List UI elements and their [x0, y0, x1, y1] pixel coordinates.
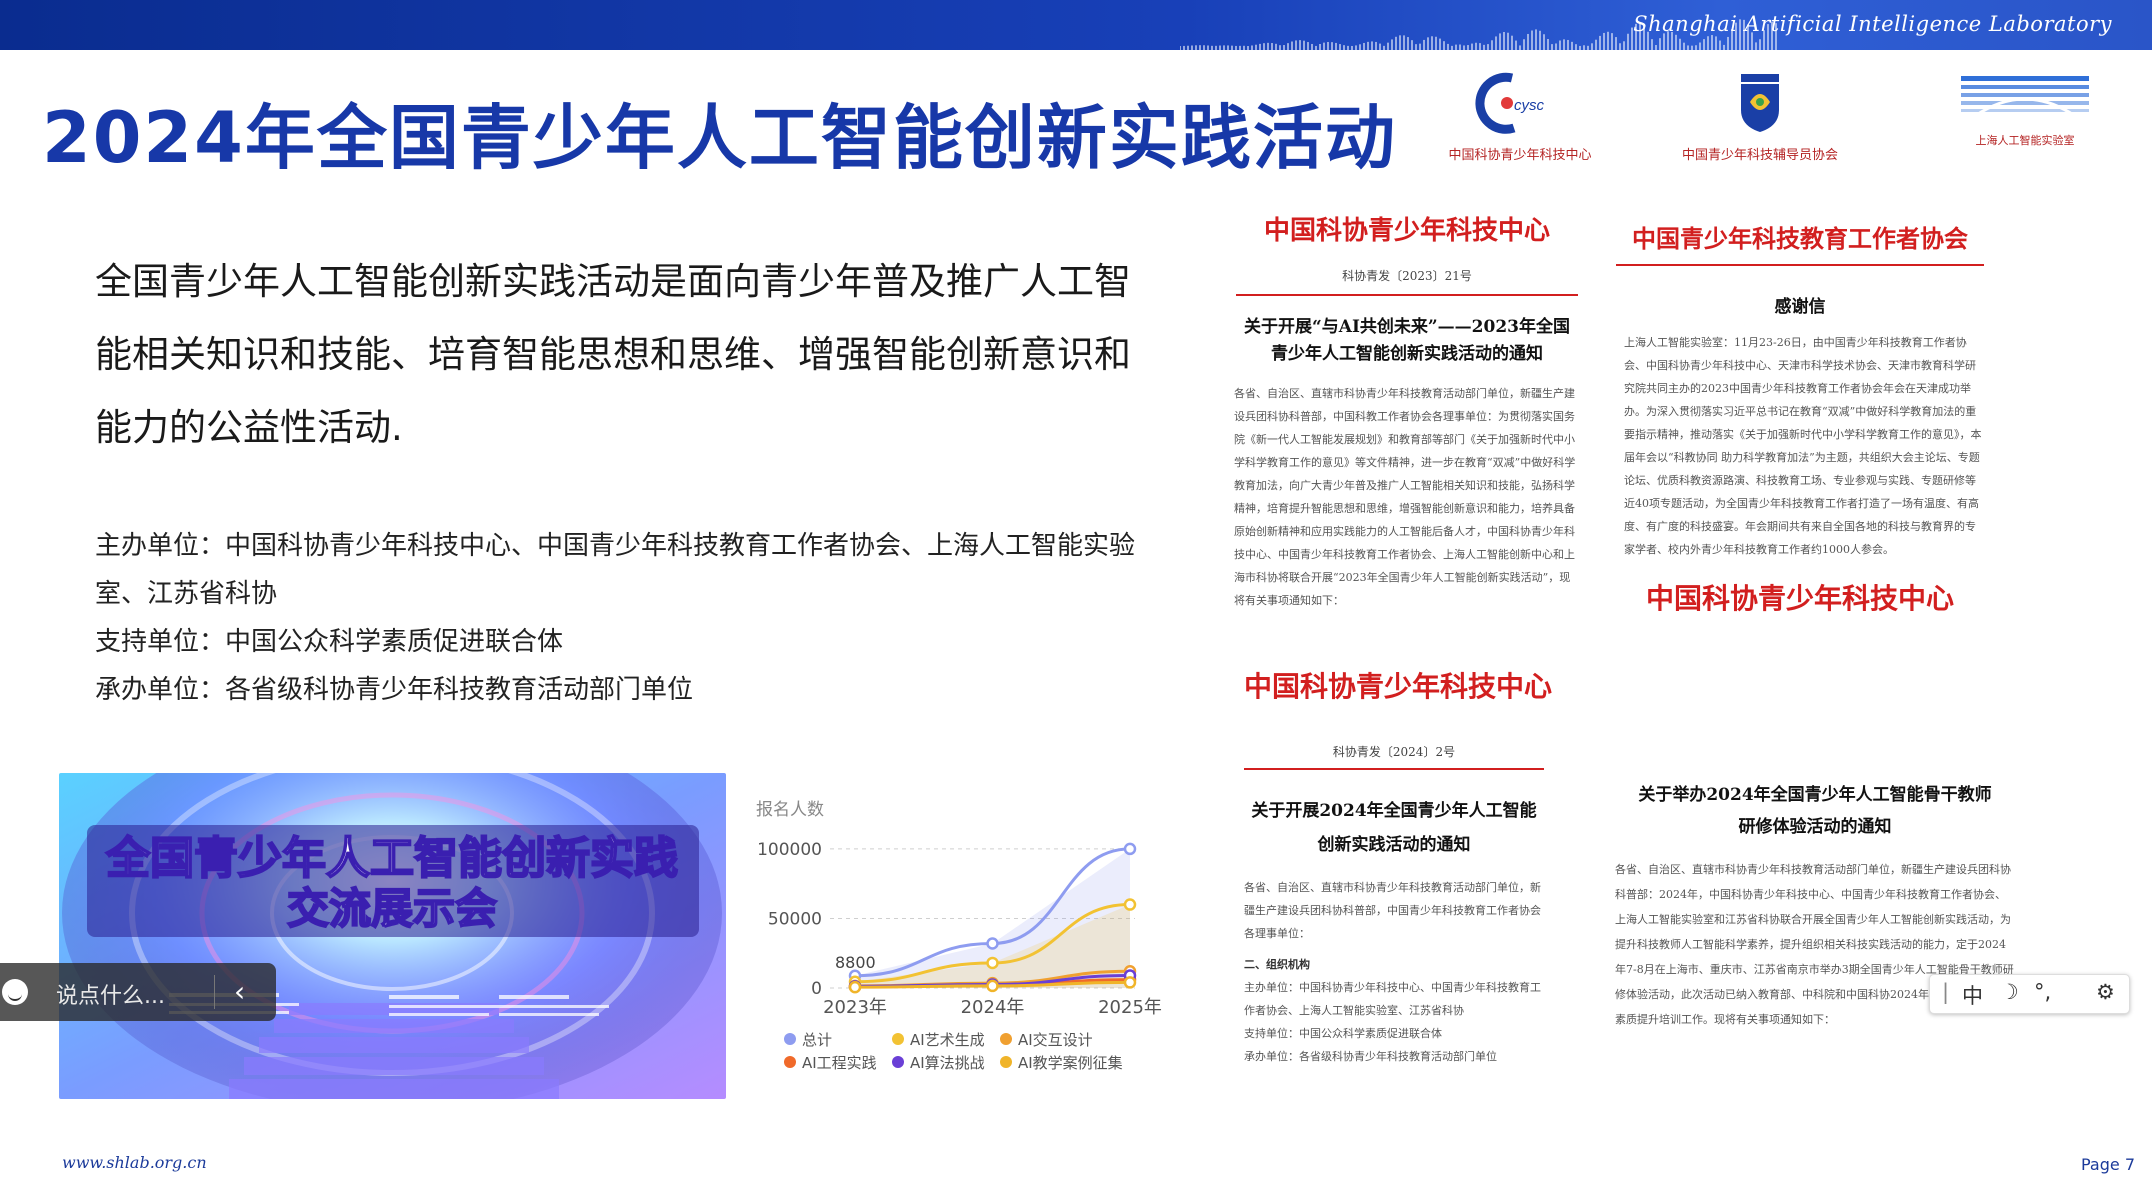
unit-organizer: 主办单位：中国科协青少年科技中心、中国青少年科技教育工作者协会、上海人工智能实验…	[95, 531, 1136, 609]
legend-label: AI交互设计	[1018, 1031, 1093, 1049]
doc-body: 上海人工智能实验室：11月23-26日，由中国青少年科技教育工作者协会、中国科协…	[1624, 336, 1982, 556]
y-tick-label: 100000	[757, 840, 822, 860]
chat-input-bar[interactable]: 说点什么... ‹	[0, 963, 276, 1021]
document-notice-2024: 中国科协青少年科技中心 科协青发〔2024〕2号 关于开展2024年全国青少年人…	[1244, 665, 1553, 1125]
shield-logo-icon	[1741, 74, 1779, 132]
legend-marker	[892, 1033, 904, 1045]
doc-body: 各省、自治区、直辖市科协青少年科技教育活动部门单位，新疆生产建设兵团科协科普部，…	[1244, 881, 1541, 940]
data-label: 8800	[835, 953, 876, 972]
ime-toolbar[interactable]: | 中 ☽ °, ⚙	[1929, 974, 2130, 1014]
doc-body: 各省、自治区、直辖市科协青少年科技教育活动部门单位，新疆生产建设兵团科协科普部，…	[1234, 387, 1576, 607]
legend-marker	[892, 1056, 904, 1068]
doc-heading: 感谢信	[1774, 297, 1826, 317]
doc-rule	[1244, 768, 1544, 770]
x-tick-label: 2025年	[1098, 997, 1162, 1018]
doc-org: 中国青少年科技教育工作者协会	[1632, 224, 1968, 253]
logo-caption: 中国青少年科技辅导员协会	[1681, 148, 1838, 163]
unit-executor: 承办单位：各省级科协青少年科技教育活动部门单位	[95, 675, 694, 705]
chat-placeholder[interactable]: 说点什么...	[56, 978, 165, 1010]
chevron-left-icon[interactable]: ‹	[234, 975, 245, 1008]
banner-title-line2: 交流展示会	[287, 884, 497, 933]
doc-section: 二、组织机构	[1244, 958, 1310, 971]
page-title: 2024年全国青少年人工智能创新实践活动	[42, 97, 1397, 179]
doc-rule	[1616, 264, 1984, 266]
logo-shlab: 上海人工智能实验室	[1950, 72, 2100, 148]
page-number: Page 7	[2081, 1155, 2135, 1174]
data-point	[986, 937, 999, 950]
y-tick-label: 50000	[768, 909, 822, 929]
shlab-logo-icon	[1961, 76, 2089, 118]
doc-heading: 关于开展“与AI共创未来”——2023年全国青少年人工智能创新实践活动的通知	[1243, 317, 1570, 364]
banner-title-line1: 全国青少年人工智能创新实践	[105, 833, 678, 884]
doc-number: 科协青发〔2023〕21号	[1342, 269, 1472, 283]
doc-number: 科协青发〔2024〕2号	[1332, 745, 1456, 759]
legend-marker	[1000, 1033, 1012, 1045]
x-tick-label: 2024年	[961, 997, 1025, 1018]
registration-chart: 报名人数 0 50000 100000 2023年 2024年 2025年 8800 总计 AI艺…	[750, 795, 1180, 1095]
gear-icon[interactable]: ⚙	[2096, 980, 2115, 1004]
svg-text:cysc: cysc	[1514, 97, 1545, 114]
legend-label: 总计	[802, 1031, 832, 1049]
doc-line: 主办单位：中国科协青少年科技中心、中国青少年科技教育工作者协会、上海人工智能实验…	[1244, 981, 1541, 1017]
doc-org-footer: 中国科协青少年科技中心	[1645, 582, 1954, 615]
doc-rule	[1236, 294, 1578, 296]
legend-marker	[784, 1056, 796, 1068]
doc-line: 承办单位：各省级科协青少年科技教育活动部门单位	[1244, 1050, 1497, 1063]
data-point	[848, 980, 862, 994]
emoji-icon[interactable]	[2, 979, 28, 1005]
doc-heading: 关于举办2024年全国青少年人工智能骨干教师研修体验活动的通知	[1638, 785, 1992, 837]
document-thank-you-letter: 中国青少年科技教育工作者协会 感谢信 上海人工智能实验室：11月23-26日，由…	[1610, 205, 1990, 705]
divider	[214, 975, 215, 1009]
ime-drag-handle[interactable]: |	[1942, 980, 1949, 1004]
data-point	[986, 956, 999, 970]
unit-supporter: 支持单位：中国公众科学素质促进联合体	[95, 627, 564, 657]
legend-label: AI艺术生成	[910, 1031, 985, 1049]
lab-name: Shanghai Artificial Intelligence Laborat…	[1633, 12, 2112, 36]
slide: Shanghai Artificial Intelligence Laborat…	[0, 0, 2152, 1188]
document-notice-2023: 中国科协青少年科技中心 科协青发〔2023〕21号 关于开展“与AI共创未来”—…	[1232, 200, 1582, 640]
legend-label: AI工程实践	[802, 1054, 877, 1072]
doc-org: 中国科协青少年科技中心	[1263, 216, 1550, 246]
event-banner-image: 全国青少年人工智能创新实践 交流展示会	[59, 773, 726, 1099]
data-point	[1123, 898, 1137, 911]
doc-line: 支持单位：中国公众科学素质促进联合体	[1244, 1027, 1442, 1040]
logo-caption: 中国科协青少年科技中心	[1448, 148, 1592, 163]
logo-association: 中国青少年科技辅导员协会	[1670, 72, 1850, 163]
legend-label: AI教学案例征集	[1018, 1054, 1123, 1072]
legend-marker	[1000, 1056, 1012, 1068]
document-teacher-training-notice: 关于举办2024年全国青少年人工智能骨干教师研修体验活动的通知 各省、自治区、直…	[1615, 755, 2015, 1125]
data-point	[986, 979, 999, 993]
doc-heading: 关于开展2024年全国青少年人工智能创新实践活动的通知	[1251, 801, 1537, 855]
data-point	[1123, 842, 1137, 856]
x-tick-label: 2023年	[823, 997, 887, 1018]
punctuation-icon[interactable]: °,	[2034, 980, 2051, 1004]
logo-cysc: cysc 中国科协青少年科技中心	[1440, 72, 1600, 163]
units-list: 主办单位：中国科协青少年科技中心、中国青少年科技教育工作者协会、上海人工智能实验…	[95, 522, 1135, 714]
ime-chinese-toggle[interactable]: 中	[1962, 980, 1983, 1010]
intro-paragraph: 全国青少年人工智能创新实践活动是面向青少年普及推广人工智能相关知识和技能、培育智…	[95, 260, 1131, 449]
legend-marker	[784, 1033, 796, 1045]
y-tick-label: 0	[811, 979, 822, 999]
footer-url[interactable]: www.shlab.org.cn	[62, 1153, 207, 1172]
chart-svg: 报名人数 0 50000 100000 2023年 2024年 2025年 8800 总计 AI艺…	[756, 800, 1162, 1072]
cysc-logo-icon: cysc	[1475, 72, 1545, 134]
legend-label: AI算法挑战	[910, 1054, 985, 1072]
doc-org: 中国科协青少年科技中心	[1244, 670, 1553, 703]
chart-ylabel: 报名人数	[756, 800, 824, 820]
header-bar: Shanghai Artificial Intelligence Laborat…	[0, 0, 2152, 50]
moon-icon[interactable]: ☽	[2000, 980, 2019, 1004]
data-point	[1123, 976, 1137, 989]
logo-caption: 上海人工智能实验室	[1975, 134, 2075, 147]
